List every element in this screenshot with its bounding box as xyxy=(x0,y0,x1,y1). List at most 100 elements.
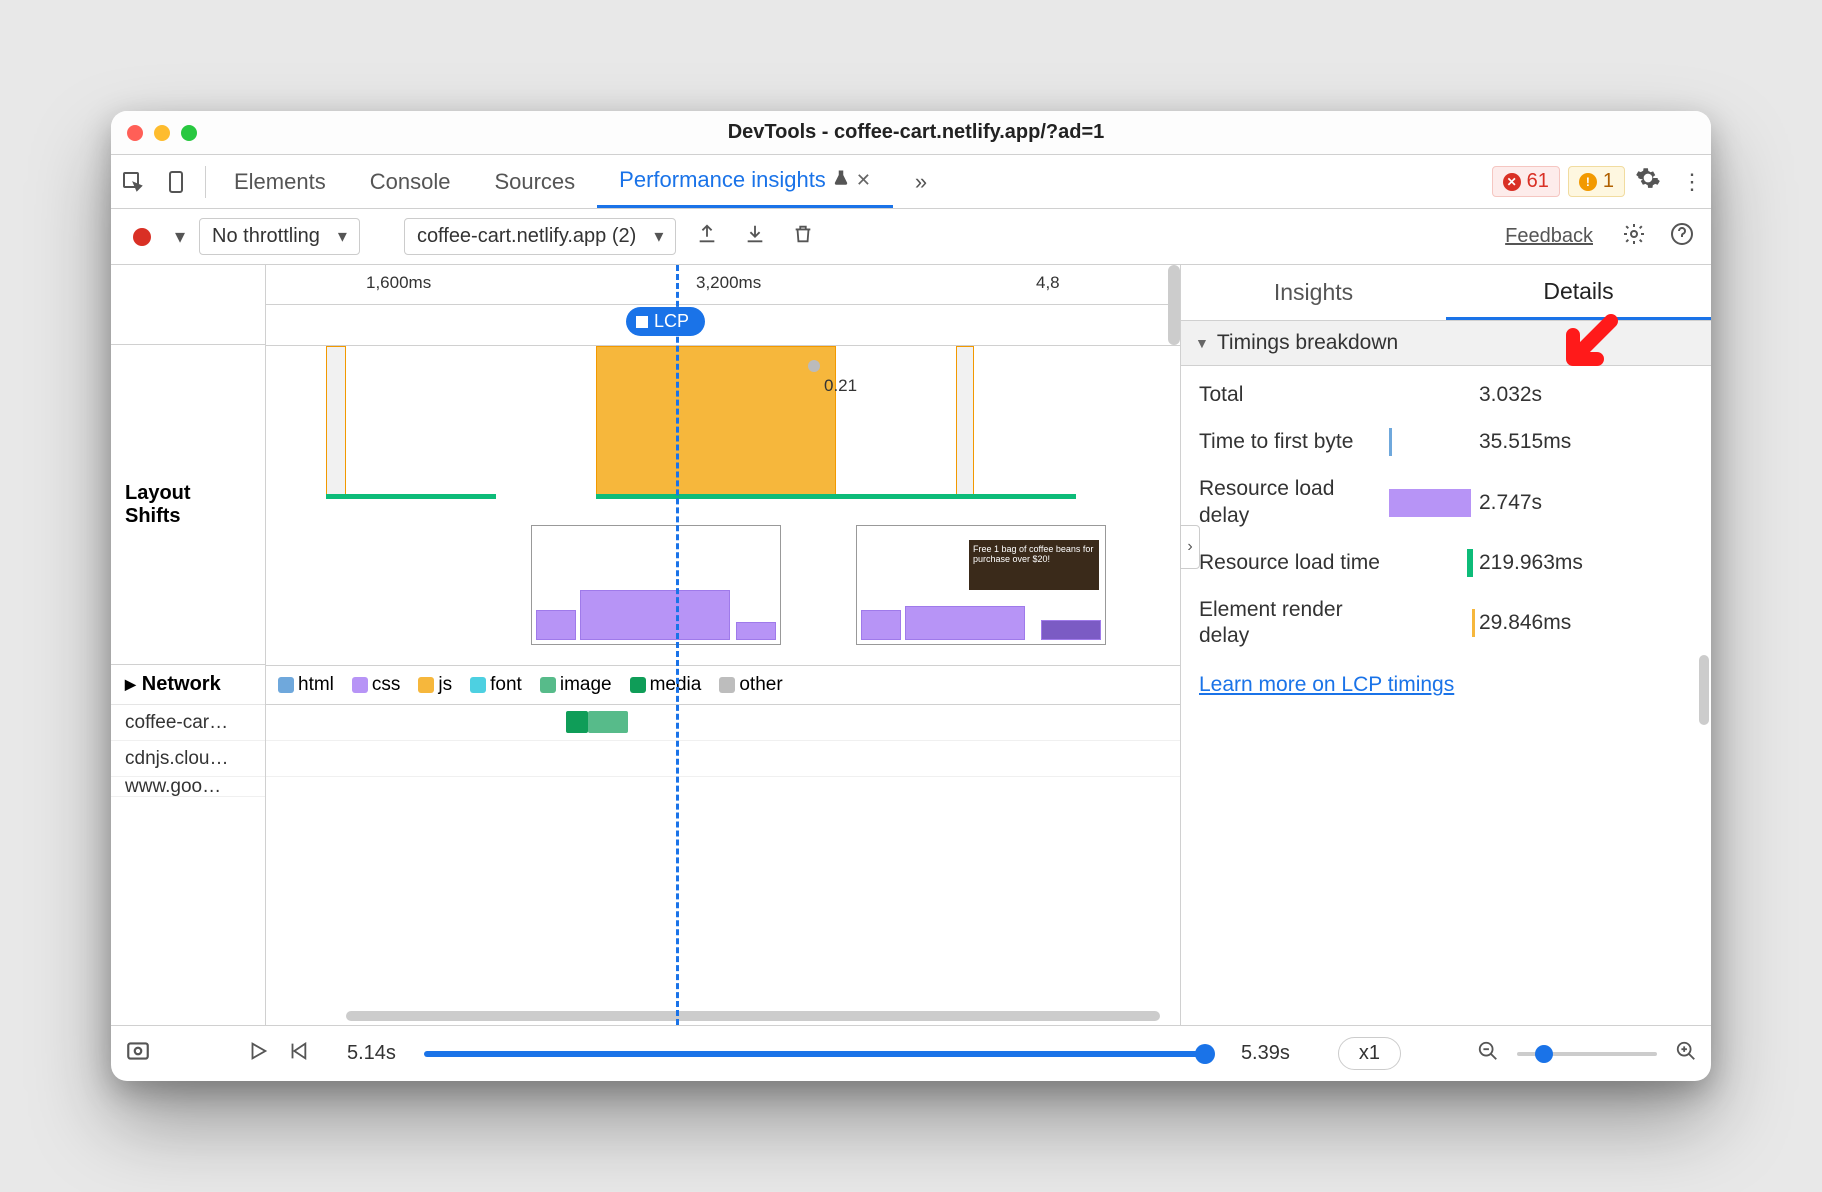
window-title: DevTools - coffee-cart.netlify.app/?ad=1 xyxy=(197,121,1635,144)
timeline-panel: Layout Shifts ▶ Network coffee-car… cdnj… xyxy=(111,265,1181,1025)
legend-item: css xyxy=(352,674,401,696)
shift-block[interactable] xyxy=(956,346,974,496)
network-row-label[interactable]: cdnjs.clou… xyxy=(111,741,265,777)
tab-label: Performance insights xyxy=(619,167,826,193)
shift-block[interactable] xyxy=(596,346,836,496)
timeline-scrollbar[interactable] xyxy=(346,1011,1160,1021)
cls-value: 0.21 xyxy=(824,376,857,396)
current-time: 5.14s xyxy=(347,1042,396,1065)
tabs-overflow-button[interactable]: » xyxy=(893,155,949,208)
network-row[interactable] xyxy=(266,741,1180,777)
divider xyxy=(205,166,206,198)
play-button[interactable] xyxy=(247,1040,269,1068)
preview-toggle-icon[interactable] xyxy=(125,1038,151,1070)
legend-item: html xyxy=(278,674,334,696)
slider-thumb[interactable] xyxy=(1195,1044,1215,1064)
shift-block[interactable] xyxy=(326,346,346,496)
throttling-select[interactable]: No throttling xyxy=(199,218,360,255)
tab-console[interactable]: Console xyxy=(348,155,473,208)
page-select[interactable]: coffee-cart.netlify.app (2) xyxy=(404,218,676,255)
export-icon[interactable] xyxy=(690,223,724,251)
more-menu-icon[interactable]: ⋮ xyxy=(1681,169,1701,195)
ruler-tick: 1,600ms xyxy=(366,273,431,293)
metric-resource-load-delay: Resource load delay 2.747s xyxy=(1181,466,1711,539)
network-bar[interactable] xyxy=(588,711,628,733)
rld-bar xyxy=(1389,489,1471,517)
legend-item: other xyxy=(719,674,782,696)
green-bar xyxy=(596,494,1076,499)
green-bar xyxy=(326,494,496,499)
tab-details[interactable]: Details xyxy=(1446,265,1711,320)
tab-performance-insights[interactable]: Performance insights ✕ xyxy=(597,155,893,208)
vertical-scroll[interactable] xyxy=(1168,265,1180,645)
zoom-thumb[interactable] xyxy=(1535,1045,1553,1063)
timings-breakdown-header[interactable]: Timings breakdown xyxy=(1181,321,1711,366)
titlebar: DevTools - coffee-cart.netlify.app/?ad=1 xyxy=(111,111,1711,155)
annotation-arrow xyxy=(1561,313,1621,373)
devtools-window: DevTools - coffee-cart.netlify.app/?ad=1… xyxy=(111,111,1711,1081)
metric-total: Total 3.032s xyxy=(1181,372,1711,418)
metric-resource-load-time: Resource load time 219.963ms xyxy=(1181,539,1711,587)
network-label[interactable]: ▶ Network xyxy=(111,665,265,705)
settings-icon[interactable] xyxy=(1635,165,1661,198)
network-row[interactable] xyxy=(266,705,1180,741)
lcp-label: LCP xyxy=(654,311,689,332)
track-area[interactable]: 1,600ms 3,200ms 4,8 LCP 0.21 xyxy=(266,265,1180,1025)
playback-speed-button[interactable]: x1 xyxy=(1338,1037,1401,1070)
inspect-element-icon[interactable] xyxy=(111,170,155,194)
screenshot-thumbnail[interactable] xyxy=(531,525,781,645)
tab-sources[interactable]: Sources xyxy=(472,155,597,208)
throttling-value: No throttling xyxy=(212,225,320,248)
record-dropdown-icon[interactable]: ▾ xyxy=(175,224,185,249)
details-tabs: Insights Details xyxy=(1181,265,1711,321)
network-bar[interactable] xyxy=(566,711,588,733)
playback-footer: 5.14s 5.39s x1 xyxy=(111,1025,1711,1081)
network-rows xyxy=(266,705,1180,777)
timings-metrics: Total 3.032s Time to first byte 35.515ms… xyxy=(1181,366,1711,665)
warning-icon: ! xyxy=(1579,173,1597,191)
device-toggle-icon[interactable] xyxy=(155,170,199,194)
total-time: 5.39s xyxy=(1241,1042,1290,1065)
warnings-count: 1 xyxy=(1603,170,1614,193)
lcp-marker[interactable]: LCP xyxy=(626,307,705,336)
zoom-out-icon[interactable] xyxy=(1477,1040,1499,1068)
network-row-label[interactable]: www.goo… xyxy=(111,777,265,797)
legend-item: js xyxy=(418,674,452,696)
zoom-in-icon[interactable] xyxy=(1675,1040,1697,1068)
errors-badge[interactable]: ✕ 61 xyxy=(1492,166,1560,197)
flask-icon xyxy=(832,167,850,193)
erd-bar xyxy=(1472,609,1475,637)
tab-insights[interactable]: Insights xyxy=(1181,265,1446,320)
rewind-button[interactable] xyxy=(287,1040,309,1068)
screenshot-thumbnail[interactable]: Free 1 bag of coffee beans for purchase … xyxy=(856,525,1106,645)
zoom-window-button[interactable] xyxy=(181,125,197,141)
details-scrollbar[interactable] xyxy=(1699,355,1709,705)
warnings-badge[interactable]: ! 1 xyxy=(1568,166,1625,197)
minimize-window-button[interactable] xyxy=(154,125,170,141)
network-legend: html css js font image media other xyxy=(266,665,1180,705)
tracks: Layout Shifts ▶ Network coffee-car… cdnj… xyxy=(111,265,1180,1025)
playhead[interactable] xyxy=(676,265,679,1025)
playback-slider[interactable] xyxy=(424,1051,1213,1057)
layout-shifts-track: 0.21 xyxy=(266,345,1180,515)
close-window-button[interactable] xyxy=(127,125,143,141)
legend-item: image xyxy=(540,674,612,696)
import-icon[interactable] xyxy=(738,223,772,251)
zoom-slider[interactable] xyxy=(1517,1052,1657,1056)
delete-icon[interactable] xyxy=(786,223,820,251)
layout-shifts-label: Layout Shifts xyxy=(111,345,265,665)
panel-settings-icon[interactable] xyxy=(1617,222,1651,252)
cls-marker[interactable] xyxy=(808,360,820,372)
collapse-panel-button[interactable]: › xyxy=(1180,525,1200,569)
network-row-label[interactable]: coffee-car… xyxy=(111,705,265,741)
insights-toolbar: ▾ No throttling coffee-cart.netlify.app … xyxy=(111,209,1711,265)
feedback-link[interactable]: Feedback xyxy=(1505,225,1593,248)
time-ruler: 1,600ms 3,200ms 4,8 xyxy=(266,265,1180,305)
record-button[interactable] xyxy=(133,228,151,246)
help-icon[interactable] xyxy=(1665,222,1699,252)
ttfb-bar xyxy=(1389,428,1392,456)
ruler-tick: 3,200ms xyxy=(696,273,761,293)
tab-elements[interactable]: Elements xyxy=(212,155,348,208)
learn-more-link[interactable]: Learn more on LCP timings xyxy=(1181,665,1711,705)
close-tab-icon[interactable]: ✕ xyxy=(856,170,871,191)
